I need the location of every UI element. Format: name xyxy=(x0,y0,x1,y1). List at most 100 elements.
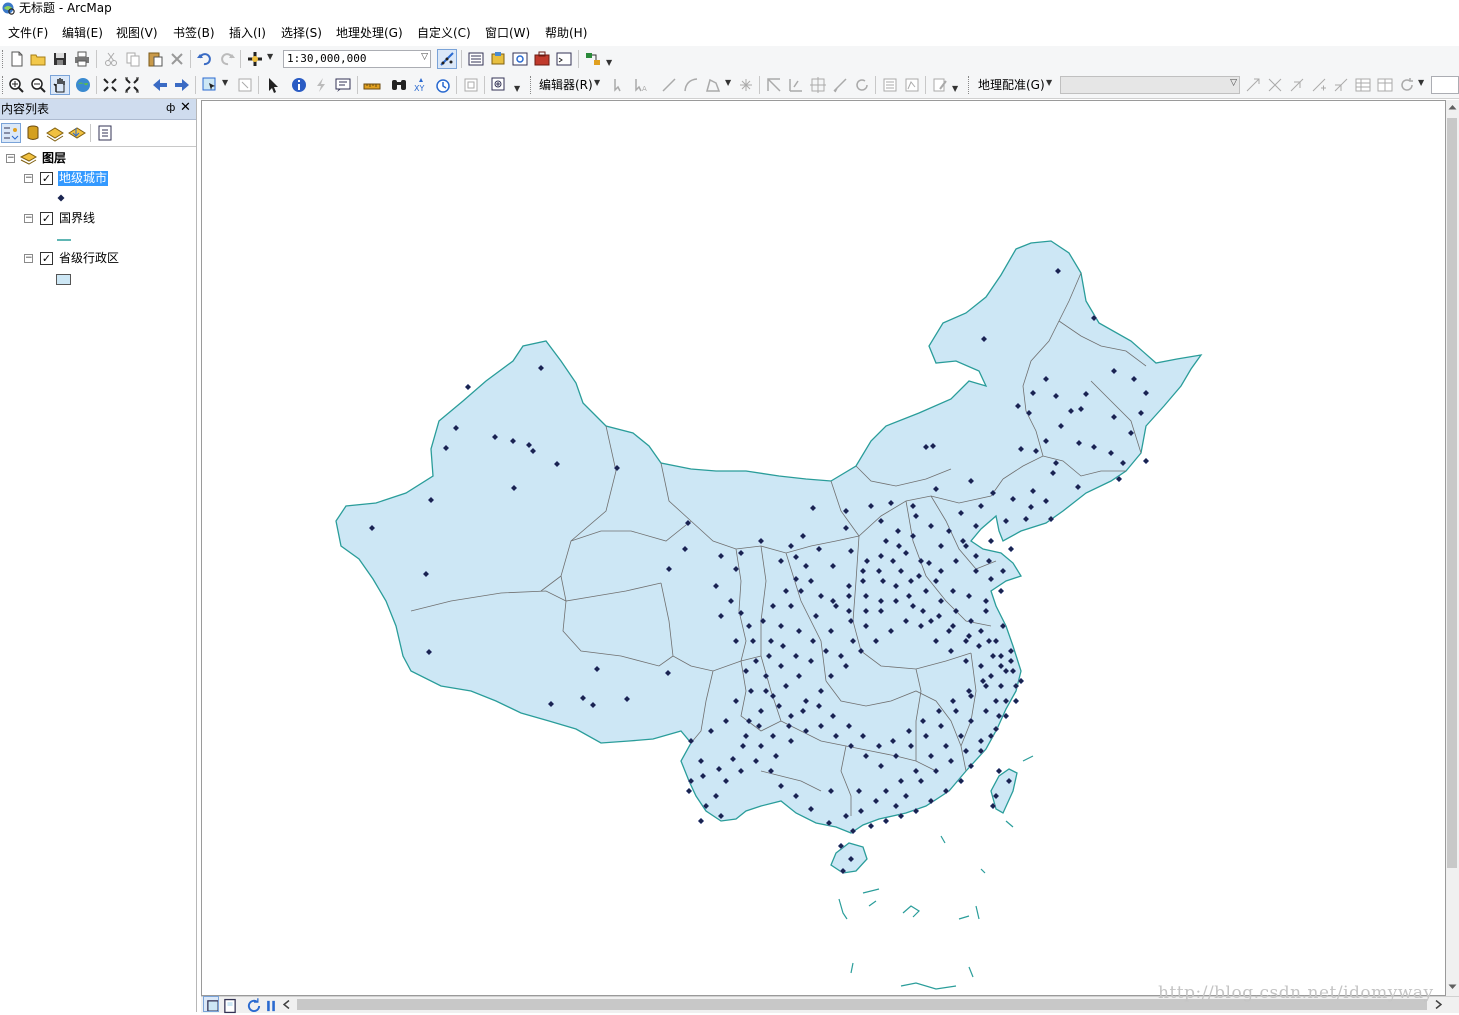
sketch-properties-icon[interactable] xyxy=(903,76,921,94)
add-control-points-icon[interactable] xyxy=(1310,76,1328,94)
pan-icon[interactable] xyxy=(50,75,70,95)
pause-drawing-icon[interactable] xyxy=(262,997,276,1012)
search-window-icon[interactable] xyxy=(511,50,529,68)
polygon-symbol-icon[interactable] xyxy=(56,274,72,286)
save-icon[interactable] xyxy=(51,50,69,68)
close-icon[interactable]: ✕ xyxy=(180,100,191,115)
select-elements-icon[interactable] xyxy=(264,76,282,94)
go-to-xy-icon[interactable]: XY xyxy=(412,76,430,94)
toolbar-grip[interactable] xyxy=(2,76,6,94)
scroll-up-icon[interactable] xyxy=(1448,104,1457,110)
rotation-angle-input[interactable] xyxy=(1431,76,1459,94)
rotate-georef-icon[interactable] xyxy=(1244,76,1262,94)
toolbar-grip[interactable] xyxy=(530,76,534,94)
menu-windows[interactable]: 窗口(W) xyxy=(485,25,530,41)
edit-annotation-icon[interactable]: A xyxy=(632,76,650,94)
scroll-left-icon[interactable] xyxy=(283,1000,290,1009)
hyperlink-icon[interactable] xyxy=(312,76,330,94)
layer-name[interactable]: 省级行政区 xyxy=(58,251,120,266)
city-point[interactable] xyxy=(1007,545,1015,553)
create-viewer-window-icon[interactable] xyxy=(462,76,480,94)
city-point[interactable] xyxy=(464,383,472,391)
layer-visibility-checkbox[interactable]: ✓ xyxy=(40,212,53,225)
point-symbol-icon[interactable] xyxy=(57,194,65,202)
layout-view-icon[interactable] xyxy=(221,997,236,1014)
shift-georef-icon[interactable] xyxy=(1266,76,1284,94)
auto-adjust-icon[interactable] xyxy=(1332,76,1350,94)
editor-toolbar-icon[interactable] xyxy=(437,49,457,69)
model-builder-icon[interactable] xyxy=(584,50,602,68)
straight-segment-icon[interactable] xyxy=(660,76,678,94)
list-by-drawing-order-icon[interactable] xyxy=(1,123,21,143)
select-features-dropdown[interactable]: ▼ xyxy=(222,78,228,87)
delete-icon[interactable] xyxy=(168,50,186,68)
edit-vertices-icon[interactable] xyxy=(765,76,783,94)
vertical-scrollbar[interactable] xyxy=(1446,100,1459,996)
view-link-table-icon[interactable] xyxy=(1354,76,1372,94)
toolbar-grip[interactable] xyxy=(968,76,972,94)
reshape-feature-icon[interactable] xyxy=(787,76,805,94)
create-features-icon[interactable] xyxy=(931,76,949,94)
time-slider-icon[interactable] xyxy=(434,76,452,94)
pin-icon[interactable]: ф xyxy=(166,101,175,114)
layer-row-national-boundary[interactable]: − ✓ 国界线 xyxy=(0,210,196,228)
layer-name[interactable]: 国界线 xyxy=(58,211,96,226)
scroll-down-icon[interactable] xyxy=(1448,984,1457,990)
collapse-icon[interactable]: − xyxy=(6,154,15,163)
map-display[interactable] xyxy=(202,101,1446,996)
georeferencing-menu-dropdown[interactable]: ▼ xyxy=(1046,78,1052,87)
menu-customize[interactable]: 自定义(C) xyxy=(417,25,471,41)
georeferencing-layer-combo[interactable]: ▽ xyxy=(1060,76,1240,94)
viewer-georef-icon[interactable] xyxy=(1376,76,1394,94)
city-point[interactable] xyxy=(987,537,995,545)
toolbar-overflow[interactable]: ▼ xyxy=(952,84,958,93)
fixed-zoom-out-icon[interactable] xyxy=(123,76,141,94)
city-point[interactable] xyxy=(867,822,875,830)
select-features-icon[interactable] xyxy=(201,76,219,94)
edit-tool-icon[interactable] xyxy=(610,76,628,94)
toolbar-grip[interactable] xyxy=(2,50,6,68)
redo-icon[interactable] xyxy=(218,50,236,68)
city-point[interactable] xyxy=(997,587,1005,595)
rotate-icon[interactable] xyxy=(853,76,871,94)
point-icon[interactable] xyxy=(737,76,755,94)
toolbar-overflow[interactable]: ▼ xyxy=(606,58,612,67)
city-point[interactable] xyxy=(882,817,890,825)
forward-icon[interactable] xyxy=(173,76,191,94)
vertical-scroll-thumb[interactable] xyxy=(1447,118,1457,868)
list-by-source-icon[interactable] xyxy=(24,124,42,142)
table-of-contents-icon[interactable] xyxy=(467,50,485,68)
html-popup-icon[interactable] xyxy=(334,76,352,94)
layer-visibility-checkbox[interactable]: ✓ xyxy=(40,172,53,185)
fixed-zoom-in-icon[interactable] xyxy=(101,76,119,94)
menu-edit[interactable]: 编辑(E) xyxy=(62,25,103,41)
rotate-view-icon[interactable] xyxy=(1398,76,1416,94)
georeferencing-menu[interactable]: 地理配准(G) xyxy=(978,78,1045,92)
collapse-icon[interactable]: − xyxy=(24,254,33,263)
list-by-selection-icon[interactable] xyxy=(68,124,86,142)
layer-row-provinces[interactable]: − ✓ 省级行政区 xyxy=(0,250,196,268)
zoom-in-icon[interactable] xyxy=(7,76,25,94)
toolbar-overflow[interactable]: ▼ xyxy=(514,84,520,93)
split-icon[interactable] xyxy=(831,76,849,94)
copy-icon[interactable] xyxy=(124,50,142,68)
back-icon[interactable] xyxy=(151,76,169,94)
attributes-icon[interactable] xyxy=(881,76,899,94)
data-view-icon[interactable] xyxy=(203,996,219,1012)
city-point[interactable] xyxy=(1012,697,1020,705)
line-symbol-icon[interactable] xyxy=(56,237,72,243)
measure-icon[interactable] xyxy=(363,76,381,94)
editor-menu-dropdown[interactable]: ▼ xyxy=(594,78,600,87)
full-extent-icon[interactable] xyxy=(74,76,92,94)
add-data-dropdown[interactable]: ▼ xyxy=(267,52,273,61)
new-document-icon[interactable] xyxy=(8,50,26,68)
undo-icon[interactable] xyxy=(196,50,214,68)
map-canvas[interactable] xyxy=(201,100,1446,996)
paste-icon[interactable] xyxy=(146,50,164,68)
options-icon[interactable] xyxy=(96,124,114,142)
menu-help[interactable]: 帮助(H) xyxy=(545,25,587,41)
menu-selection[interactable]: 选择(S) xyxy=(281,25,322,41)
python-icon[interactable] xyxy=(555,50,573,68)
catalog-icon[interactable] xyxy=(489,50,507,68)
menu-file[interactable]: 文件(F) xyxy=(8,25,48,41)
